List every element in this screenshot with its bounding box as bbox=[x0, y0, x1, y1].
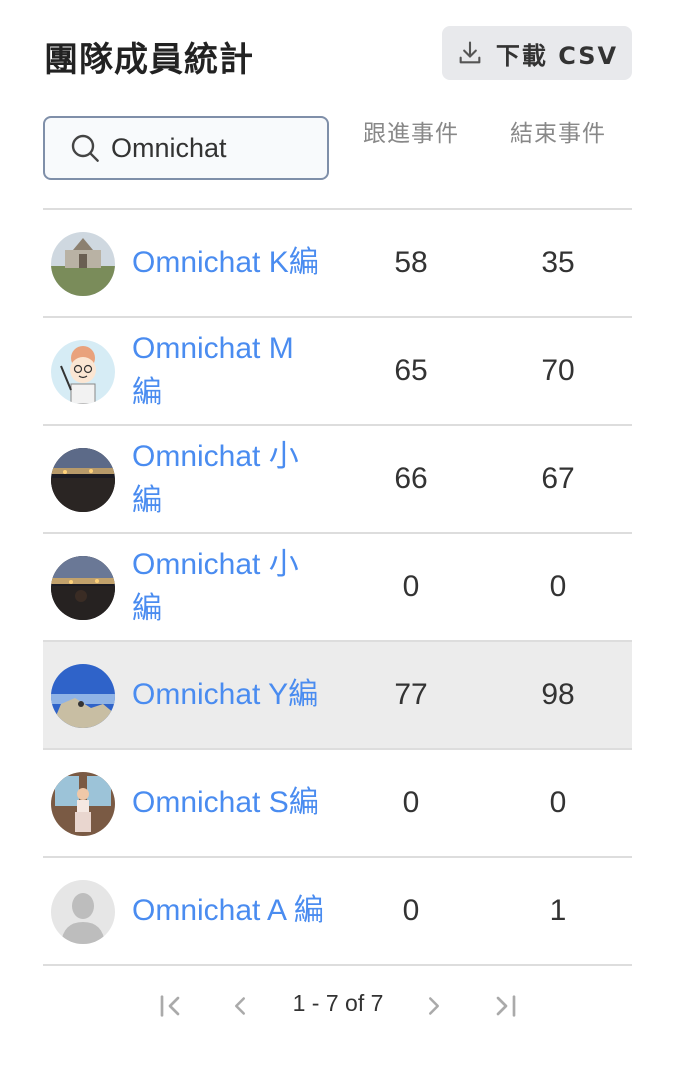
member-name-link[interactable]: Omnichat 小 編 bbox=[132, 543, 332, 631]
page-title: 團隊成員統計 bbox=[44, 40, 254, 80]
closed-count: 0 bbox=[549, 786, 567, 819]
member-name-link[interactable]: Omnichat Y編 bbox=[132, 673, 332, 717]
column-header-closed[interactable]: 結束事件 bbox=[488, 114, 628, 148]
follow-count: 0 bbox=[402, 894, 420, 927]
table-row: Omnichat S編 0 0 bbox=[43, 750, 632, 858]
search-box[interactable] bbox=[43, 116, 329, 180]
chevron-right-icon bbox=[429, 997, 439, 1015]
closed-count: 35 bbox=[541, 246, 575, 279]
page-header: 團隊成員統計 下載 CSV bbox=[44, 26, 632, 80]
download-csv-button[interactable]: 下載 CSV bbox=[442, 26, 632, 80]
follow-count: 65 bbox=[394, 354, 428, 387]
default-avatar-icon bbox=[51, 880, 115, 944]
download-csv-label: 下載 CSV bbox=[495, 41, 619, 70]
avatar bbox=[51, 772, 115, 836]
member-name-link[interactable]: Omnichat M 編 bbox=[132, 327, 332, 415]
follow-count: 58 bbox=[394, 246, 428, 279]
avatar bbox=[51, 340, 115, 404]
follow-count: 77 bbox=[394, 678, 428, 711]
follow-count: 0 bbox=[402, 786, 420, 819]
next-page-button[interactable] bbox=[414, 986, 454, 1026]
table-row: Omnichat K編 58 35 bbox=[43, 210, 632, 318]
table-row: Omnichat 小 編 0 0 bbox=[43, 534, 632, 642]
table-row: Omnichat 小 編 66 67 bbox=[43, 426, 632, 534]
avatar bbox=[51, 664, 115, 728]
table-row: Omnichat A 編 0 1 bbox=[43, 858, 632, 966]
closed-count: 70 bbox=[541, 354, 575, 387]
first-page-icon bbox=[160, 995, 180, 1017]
search-icon bbox=[71, 134, 99, 162]
closed-count: 67 bbox=[541, 462, 575, 495]
column-header-follow[interactable]: 跟進事件 bbox=[341, 114, 481, 148]
last-page-icon bbox=[496, 995, 516, 1017]
closed-count: 1 bbox=[549, 894, 567, 927]
member-name-link[interactable]: Omnichat 小 編 bbox=[132, 435, 332, 523]
member-name-link[interactable]: Omnichat S編 bbox=[132, 781, 332, 825]
table-row: Omnichat M 編 65 70 bbox=[43, 318, 632, 426]
pagination-info: 1 - 7 of 7 bbox=[292, 990, 384, 1016]
last-page-button[interactable] bbox=[486, 986, 526, 1026]
avatar bbox=[51, 232, 115, 296]
search-input[interactable] bbox=[111, 132, 321, 164]
member-name-link[interactable]: Omnichat A 編 bbox=[132, 889, 332, 933]
closed-count: 98 bbox=[541, 678, 575, 711]
first-page-button[interactable] bbox=[150, 986, 190, 1026]
closed-count: 0 bbox=[549, 570, 567, 603]
member-name-link[interactable]: Omnichat K編 bbox=[132, 241, 332, 285]
follow-count: 66 bbox=[394, 462, 428, 495]
members-table: Omnichat K編 58 35 Omnichat M 編 65 70 Omn… bbox=[43, 208, 632, 966]
avatar bbox=[51, 556, 115, 620]
avatar bbox=[51, 448, 115, 512]
table-row: Omnichat Y編 77 98 bbox=[43, 642, 632, 750]
pagination: 1 - 7 of 7 bbox=[150, 980, 530, 1030]
follow-count: 0 bbox=[402, 570, 420, 603]
download-icon bbox=[459, 41, 481, 64]
